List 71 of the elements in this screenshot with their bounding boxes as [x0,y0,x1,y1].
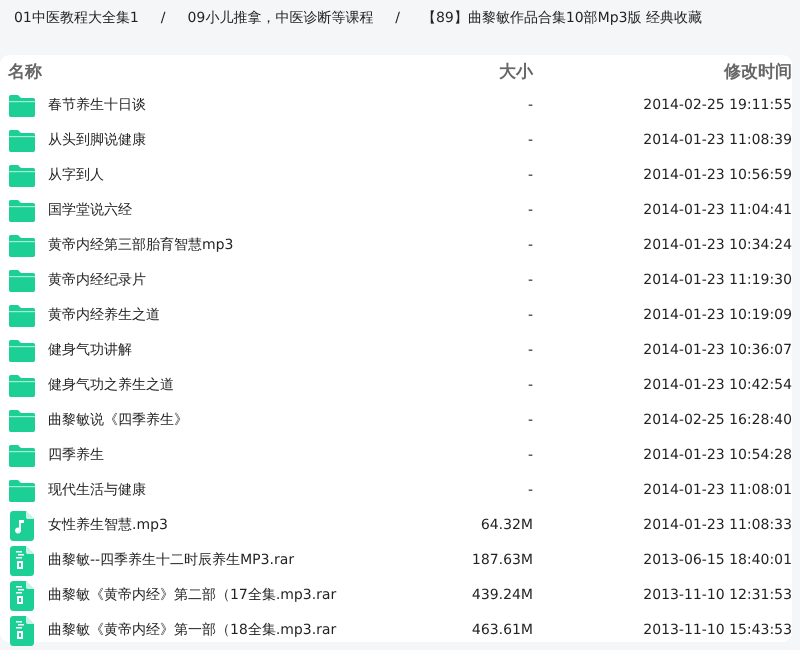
folder-icon [8,338,36,362]
folder-icon [8,198,36,222]
folder-icon [8,408,36,432]
size-cell-text: 463.61M [470,621,533,640]
folder-icon [8,478,36,502]
file-name-link[interactable]: 从头到脚说健康 [48,130,146,151]
file-name-link[interactable]: 黄帝内经第三部胎育智慧mp3 [48,235,234,256]
file-name-link[interactable]: 曲黎敏《黄帝内经》第一部（18全集.mp3.rar [48,620,336,641]
size-cell-text: - [526,481,533,500]
file-name-link[interactable]: 健身气功之养生之道 [48,375,174,396]
date-cell-text: 2014-01-23 10:56:59 [642,166,792,185]
file-name-link[interactable]: 黄帝内经养生之道 [48,305,160,326]
file-name-link[interactable]: 现代生活与健康 [48,480,146,501]
column-header[interactable]: 大小 [393,60,533,86]
file-name-link[interactable]: 健身气功讲解 [48,340,132,361]
size-cell-text: - [526,236,533,255]
breadcrumb-link[interactable]: 01中医教程大全集1 [14,8,139,28]
file-name-link[interactable]: 曲黎敏说《四季养生》 [48,410,188,431]
breadcrumb-separator: / [395,8,400,28]
date-cell-text: 2014-01-23 10:36:07 [642,341,792,360]
breadcrumb-separator: / [160,8,166,28]
folder-icon [8,374,36,398]
folder-icon [8,234,36,258]
folder-icon [8,268,36,292]
column-header[interactable]: 修改时间 [533,60,792,86]
date-cell-text: 2014-01-23 10:42:54 [642,376,792,395]
date-cell-text: 2013-11-10 15:43:53 [642,621,792,640]
date-cell-text: 2014-01-23 10:34:24 [642,236,792,255]
folder-icon [8,164,36,188]
date-cell-text: 2013-06-15 18:40:01 [642,551,792,570]
file-name-link[interactable]: 从字到人 [48,165,104,186]
size-cell-text: - [526,96,533,115]
file-name-link[interactable]: 国学堂说六经 [48,200,132,221]
folder-icon [8,94,36,118]
file-name-link[interactable]: 女性养生智慧.mp3 [48,515,168,536]
size-cell-text: - [526,341,533,360]
file-name-link[interactable]: 四季养生 [48,445,104,466]
size-cell-text: 439.24M [470,586,533,605]
size-cell-text: - [526,201,533,220]
folder-icon [8,444,36,468]
size-cell-text: - [526,376,533,395]
date-cell-text: 2014-02-25 16:28:40 [642,411,792,430]
folder-icon [8,128,36,152]
archive-file-icon [10,546,34,576]
size-cell-text: - [526,446,533,465]
size-cell-text: 187.63M [470,551,533,570]
size-cell-text: 64.32M [480,516,533,535]
size-cell-text: - [526,271,533,290]
size-cell-text: - [526,131,533,150]
breadcrumb-link[interactable]: 09小儿推拿，中医诊断等课程 [187,8,374,28]
file-name-link[interactable]: 曲黎敏--四季养生十二时辰养生MP3.rar [48,550,294,571]
size-cell-text: - [526,306,533,325]
date-cell-text: 2014-01-23 11:08:33 [642,516,792,535]
date-cell-text: 2014-01-23 10:54:28 [642,446,792,465]
date-cell-text: 2014-01-23 10:19:09 [642,306,792,325]
column-header[interactable]: 名称 [0,60,393,86]
file-name-link[interactable]: 春节养生十日谈 [48,95,146,116]
date-cell-text: 2014-01-23 11:04:41 [642,201,792,220]
music-file-icon [10,510,34,540]
date-cell-text: 2014-01-23 11:08:01 [642,481,792,500]
folder-icon [8,304,36,328]
date-cell-text: 2014-01-23 11:08:39 [642,131,792,150]
size-cell-text: - [526,411,533,430]
archive-file-icon [10,580,34,610]
file-name-link[interactable]: 黄帝内经纪录片 [48,270,146,291]
date-cell-text: 2014-02-25 19:11:55 [642,96,792,115]
size-cell-text: - [526,166,533,185]
file-name-link[interactable]: 曲黎敏《黄帝内经》第二部（17全集.mp3.rar [48,585,336,606]
date-cell-text: 2014-01-23 11:19:30 [642,271,792,290]
breadcrumb-current: 【89】曲黎敏作品合集10部Mp3版 经典收藏 [422,8,702,28]
date-cell-text: 2013-11-10 12:31:53 [642,586,792,605]
